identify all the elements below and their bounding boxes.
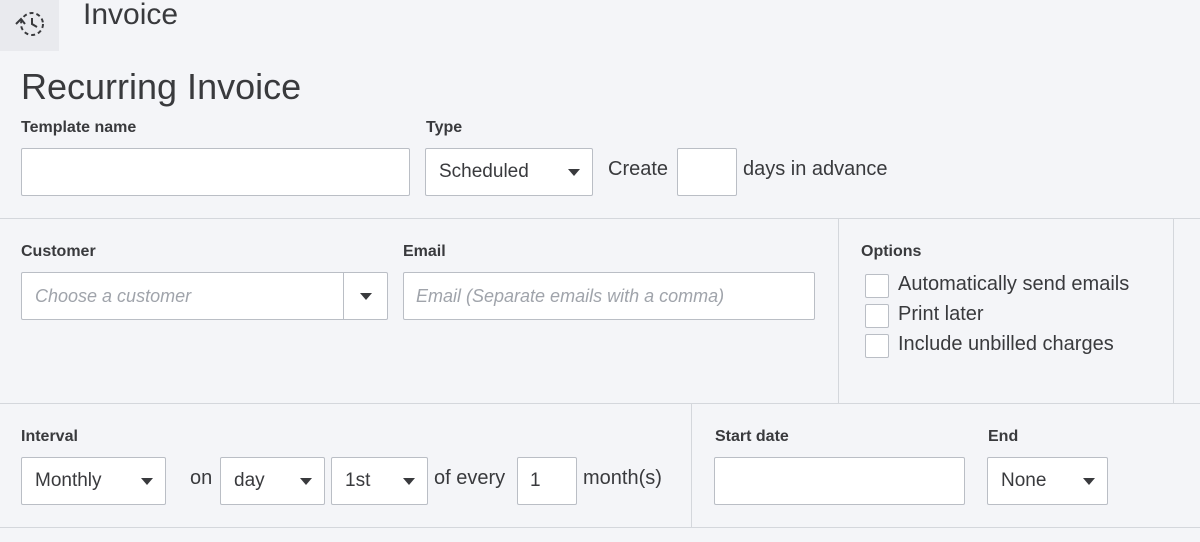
- options-label: Options: [861, 243, 922, 260]
- create-label: Create: [608, 158, 669, 180]
- print-later-label: Print later: [898, 303, 984, 325]
- every-count-input[interactable]: 1: [517, 457, 577, 505]
- type-select-value: Scheduled: [439, 161, 529, 182]
- chevron-down-icon: [1083, 477, 1095, 485]
- end-value: None: [1001, 470, 1047, 491]
- end-select[interactable]: None: [987, 457, 1108, 505]
- customer-label: Customer: [21, 243, 96, 260]
- chevron-down-icon: [141, 477, 153, 485]
- divider: [1173, 219, 1174, 403]
- type-select[interactable]: Scheduled: [425, 148, 593, 196]
- divider: [0, 527, 1200, 528]
- type-label: Type: [426, 119, 463, 136]
- app-title: Invoice: [83, 0, 179, 31]
- months-label: month(s): [583, 467, 662, 489]
- day-of-month-select[interactable]: 1st: [331, 457, 428, 505]
- start-date-input[interactable]: [714, 457, 965, 505]
- auto-send-emails-checkbox[interactable]: [865, 274, 889, 298]
- email-label: Email: [403, 243, 446, 260]
- page-title: Recurring Invoice: [21, 66, 302, 107]
- chevron-down-icon: [568, 168, 580, 176]
- email-placeholder: Email (Separate emails with a comma): [416, 285, 725, 306]
- template-name-label: Template name: [21, 119, 137, 136]
- days-in-advance-input[interactable]: [677, 148, 737, 196]
- day-type-value: day: [234, 470, 265, 491]
- interval-frequency-select[interactable]: Monthly: [21, 457, 166, 505]
- chevron-down-icon: [359, 292, 372, 300]
- divider: [0, 403, 1200, 404]
- print-later-checkbox[interactable]: [865, 304, 889, 328]
- interval-label: Interval: [21, 428, 78, 445]
- divider: [838, 219, 839, 403]
- template-name-input[interactable]: [21, 148, 410, 196]
- recurring-clock-icon: [14, 11, 44, 36]
- divider: [0, 218, 1200, 219]
- customer-dropdown-button[interactable]: [343, 273, 387, 319]
- of-every-label: of every: [434, 467, 506, 489]
- recurring-icon-box: [0, 0, 59, 51]
- end-label: End: [988, 428, 1019, 445]
- days-in-advance-label: days in advance: [743, 158, 888, 180]
- interval-frequency-value: Monthly: [35, 470, 102, 491]
- email-input[interactable]: Email (Separate emails with a comma): [403, 272, 815, 320]
- day-of-month-value: 1st: [345, 470, 371, 491]
- on-label: on: [190, 467, 213, 489]
- chevron-down-icon: [300, 477, 312, 485]
- divider: [691, 404, 692, 527]
- customer-combobox[interactable]: Choose a customer: [21, 272, 388, 320]
- include-unbilled-checkbox[interactable]: [865, 334, 889, 358]
- include-unbilled-label: Include unbilled charges: [898, 333, 1114, 355]
- auto-send-emails-label: Automatically send emails: [898, 273, 1130, 295]
- start-date-label: Start date: [715, 428, 789, 445]
- day-type-select[interactable]: day: [220, 457, 325, 505]
- customer-placeholder: Choose a customer: [35, 285, 192, 306]
- chevron-down-icon: [403, 477, 415, 485]
